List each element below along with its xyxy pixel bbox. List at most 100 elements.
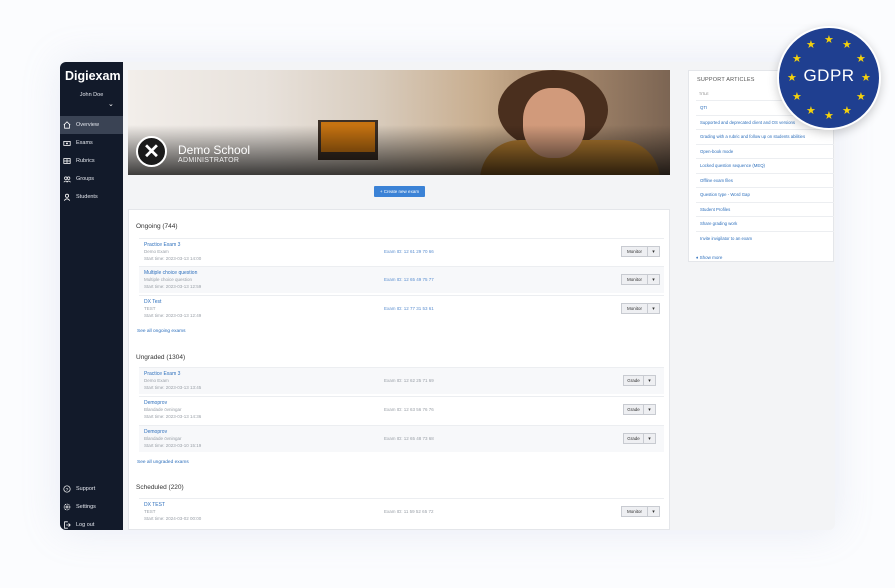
exam-course: Blandade övningar bbox=[144, 407, 182, 412]
user-name[interactable]: John Doe bbox=[60, 92, 123, 98]
show-more-label: Show more bbox=[699, 255, 723, 260]
exams-icon bbox=[63, 139, 71, 147]
sidebar-item-logout[interactable]: Log out bbox=[60, 516, 123, 530]
support-article-link[interactable]: Share grading work bbox=[696, 216, 834, 231]
groups-icon bbox=[63, 175, 71, 183]
sidebar-item-label: Students bbox=[76, 194, 98, 200]
user-role: ADMINISTRATOR bbox=[178, 157, 240, 164]
star-icon: ★ bbox=[792, 53, 802, 65]
sidebar-nav: Overview Exams Rubrics Groups Students bbox=[60, 116, 123, 206]
support-article-link[interactable]: Locked question sequence (MEQ) bbox=[696, 158, 834, 173]
caret-down-icon[interactable]: ▾ bbox=[644, 375, 656, 386]
show-more-link[interactable]: ♦ Show more bbox=[696, 255, 722, 260]
exam-title[interactable]: Multiple choice question bbox=[144, 270, 197, 276]
support-article-link[interactable]: Open-book mode bbox=[696, 143, 834, 159]
exam-action: Monitor ▾ bbox=[621, 246, 660, 257]
exam-title[interactable]: DX TEST bbox=[144, 502, 165, 508]
exam-row: DX TEST TEST Start time: 2024-03-02 00:0… bbox=[139, 498, 664, 525]
gdpr-badge: GDPR ★ ★ ★ ★ ★ ★ ★ ★ ★ ★ ★ ★ bbox=[777, 26, 881, 130]
column-header-title: TITLE bbox=[699, 92, 709, 96]
section-title-ungraded: Ungraded (1304) bbox=[136, 354, 186, 361]
exam-course: TEST bbox=[144, 306, 156, 311]
exam-course: Multiple choice question bbox=[144, 277, 193, 282]
caret-icon: ♦ bbox=[696, 255, 699, 260]
exam-row: Practice Exam 3 Demo Exam Start time: 20… bbox=[139, 367, 664, 394]
rubrics-icon bbox=[63, 157, 71, 165]
exam-title[interactable]: Demoprov bbox=[144, 429, 167, 435]
support-article-link[interactable]: Student Profiles bbox=[696, 201, 834, 217]
caret-down-icon[interactable]: ▾ bbox=[648, 274, 660, 285]
exam-id: Exam ID: 12 61 29 70 66 bbox=[384, 249, 434, 254]
sidebar-item-label: Settings bbox=[76, 504, 96, 510]
monitor-button[interactable]: Monitor bbox=[621, 303, 648, 314]
monitor-button[interactable]: Monitor bbox=[621, 506, 648, 517]
exam-start-time: Start time: 2024-03-02 00:00 bbox=[144, 516, 202, 521]
sidebar-item-label: Groups bbox=[76, 176, 95, 182]
chevron-down-icon[interactable]: ⌄ bbox=[108, 100, 114, 108]
sidebar-item-label: Support bbox=[76, 486, 96, 492]
exams-panel: Ongoing (744) Practice Exam 3 Demo Exam … bbox=[128, 209, 670, 530]
grade-button[interactable]: Grade bbox=[623, 375, 644, 386]
exam-start-time: Start time: 2023-03-13 14:00 bbox=[144, 256, 202, 261]
svg-text:?: ? bbox=[66, 487, 69, 493]
support-heading: SUPPORT ARTICLES bbox=[697, 77, 755, 83]
sidebar-item-groups[interactable]: Groups bbox=[60, 170, 123, 188]
support-article-link[interactable]: Offline exam files bbox=[696, 172, 834, 188]
exam-row: Multiple choice question Multiple choice… bbox=[139, 266, 664, 293]
see-all-ongoing-link[interactable]: See all ongoing exams bbox=[137, 329, 186, 334]
grade-button[interactable]: Grade bbox=[623, 404, 644, 415]
exam-id: Exam ID: 12 65 48 73 68 bbox=[384, 436, 434, 441]
section-title-ongoing: Ongoing (744) bbox=[136, 223, 178, 230]
sidebar-item-rubrics[interactable]: Rubrics bbox=[60, 152, 123, 170]
logout-icon bbox=[63, 521, 71, 529]
school-logo: ✕ bbox=[136, 136, 167, 167]
sidebar-item-students[interactable]: Students bbox=[60, 188, 123, 206]
exam-id: Exam ID: 11 59 52 65 72 bbox=[384, 509, 434, 514]
see-all-ungraded-link[interactable]: See all ungraded exams bbox=[137, 460, 189, 465]
exam-row: DX Test TEST Start time: 2023-03-13 12:4… bbox=[139, 295, 664, 322]
exam-title[interactable]: Practice Exam 3 bbox=[144, 242, 180, 248]
caret-down-icon[interactable]: ▾ bbox=[648, 506, 660, 517]
help-icon: ? bbox=[63, 485, 71, 493]
sidebar-bottom-nav: ? Support Settings Log out bbox=[60, 480, 123, 530]
exam-id: Exam ID: 12 62 25 71 69 bbox=[384, 378, 434, 383]
sidebar-item-support[interactable]: ? Support bbox=[60, 480, 123, 498]
sidebar-item-settings[interactable]: Settings bbox=[60, 498, 123, 516]
caret-down-icon[interactable]: ▾ bbox=[648, 246, 660, 257]
home-icon bbox=[63, 121, 71, 129]
star-icon: ★ bbox=[787, 72, 797, 84]
exam-start-time: Start time: 2023-03-13 12:49 bbox=[144, 313, 202, 318]
monitor-button[interactable]: Monitor bbox=[621, 246, 648, 257]
exam-id: Exam ID: 12 63 56 76 76 bbox=[384, 407, 434, 412]
caret-down-icon[interactable]: ▾ bbox=[648, 303, 660, 314]
exam-action: Monitor ▾ bbox=[621, 274, 660, 285]
sidebar: Digiexam John Doe ⌄ Overview Exams Rubri… bbox=[60, 62, 123, 530]
exam-title[interactable]: Demoprov bbox=[144, 400, 167, 406]
app-window: Digiexam John Doe ⌄ Overview Exams Rubri… bbox=[60, 62, 835, 530]
exam-action: Grade ▾ bbox=[623, 433, 656, 444]
app-logo[interactable]: Digiexam bbox=[65, 69, 121, 83]
exam-title[interactable]: Practice Exam 3 bbox=[144, 371, 180, 377]
section-title-scheduled: Scheduled (220) bbox=[136, 484, 184, 491]
sidebar-item-label: Log out bbox=[76, 522, 95, 528]
sidebar-item-label: Overview bbox=[76, 122, 99, 128]
star-icon: ★ bbox=[856, 91, 866, 103]
support-article-link[interactable]: Question type - Word Gap bbox=[696, 187, 834, 202]
exam-start-time: Start time: 2023-03-10 15:19 bbox=[144, 443, 202, 448]
sidebar-item-exams[interactable]: Exams bbox=[60, 134, 123, 152]
sidebar-item-overview[interactable]: Overview bbox=[60, 116, 123, 134]
support-article-link[interactable]: Grading with a rubric and follow up on s… bbox=[696, 129, 834, 144]
exam-row: Practice Exam 3 Demo Exam Start time: 20… bbox=[139, 238, 664, 265]
exam-action: Monitor ▾ bbox=[621, 506, 660, 517]
create-exam-button[interactable]: + Create new exam bbox=[374, 186, 425, 197]
exam-course: Demo Exam bbox=[144, 378, 169, 383]
star-icon: ★ bbox=[824, 34, 834, 46]
monitor-button[interactable]: Monitor bbox=[621, 274, 648, 285]
caret-down-icon[interactable]: ▾ bbox=[644, 433, 656, 444]
students-icon bbox=[63, 193, 71, 201]
caret-down-icon[interactable]: ▾ bbox=[644, 404, 656, 415]
support-article-link[interactable]: Invite invigilator to an exam bbox=[696, 230, 834, 246]
grade-button[interactable]: Grade bbox=[623, 433, 644, 444]
exam-row: Demoprov Blandade övningar Start time: 2… bbox=[139, 396, 664, 423]
exam-title[interactable]: DX Test bbox=[144, 299, 161, 305]
